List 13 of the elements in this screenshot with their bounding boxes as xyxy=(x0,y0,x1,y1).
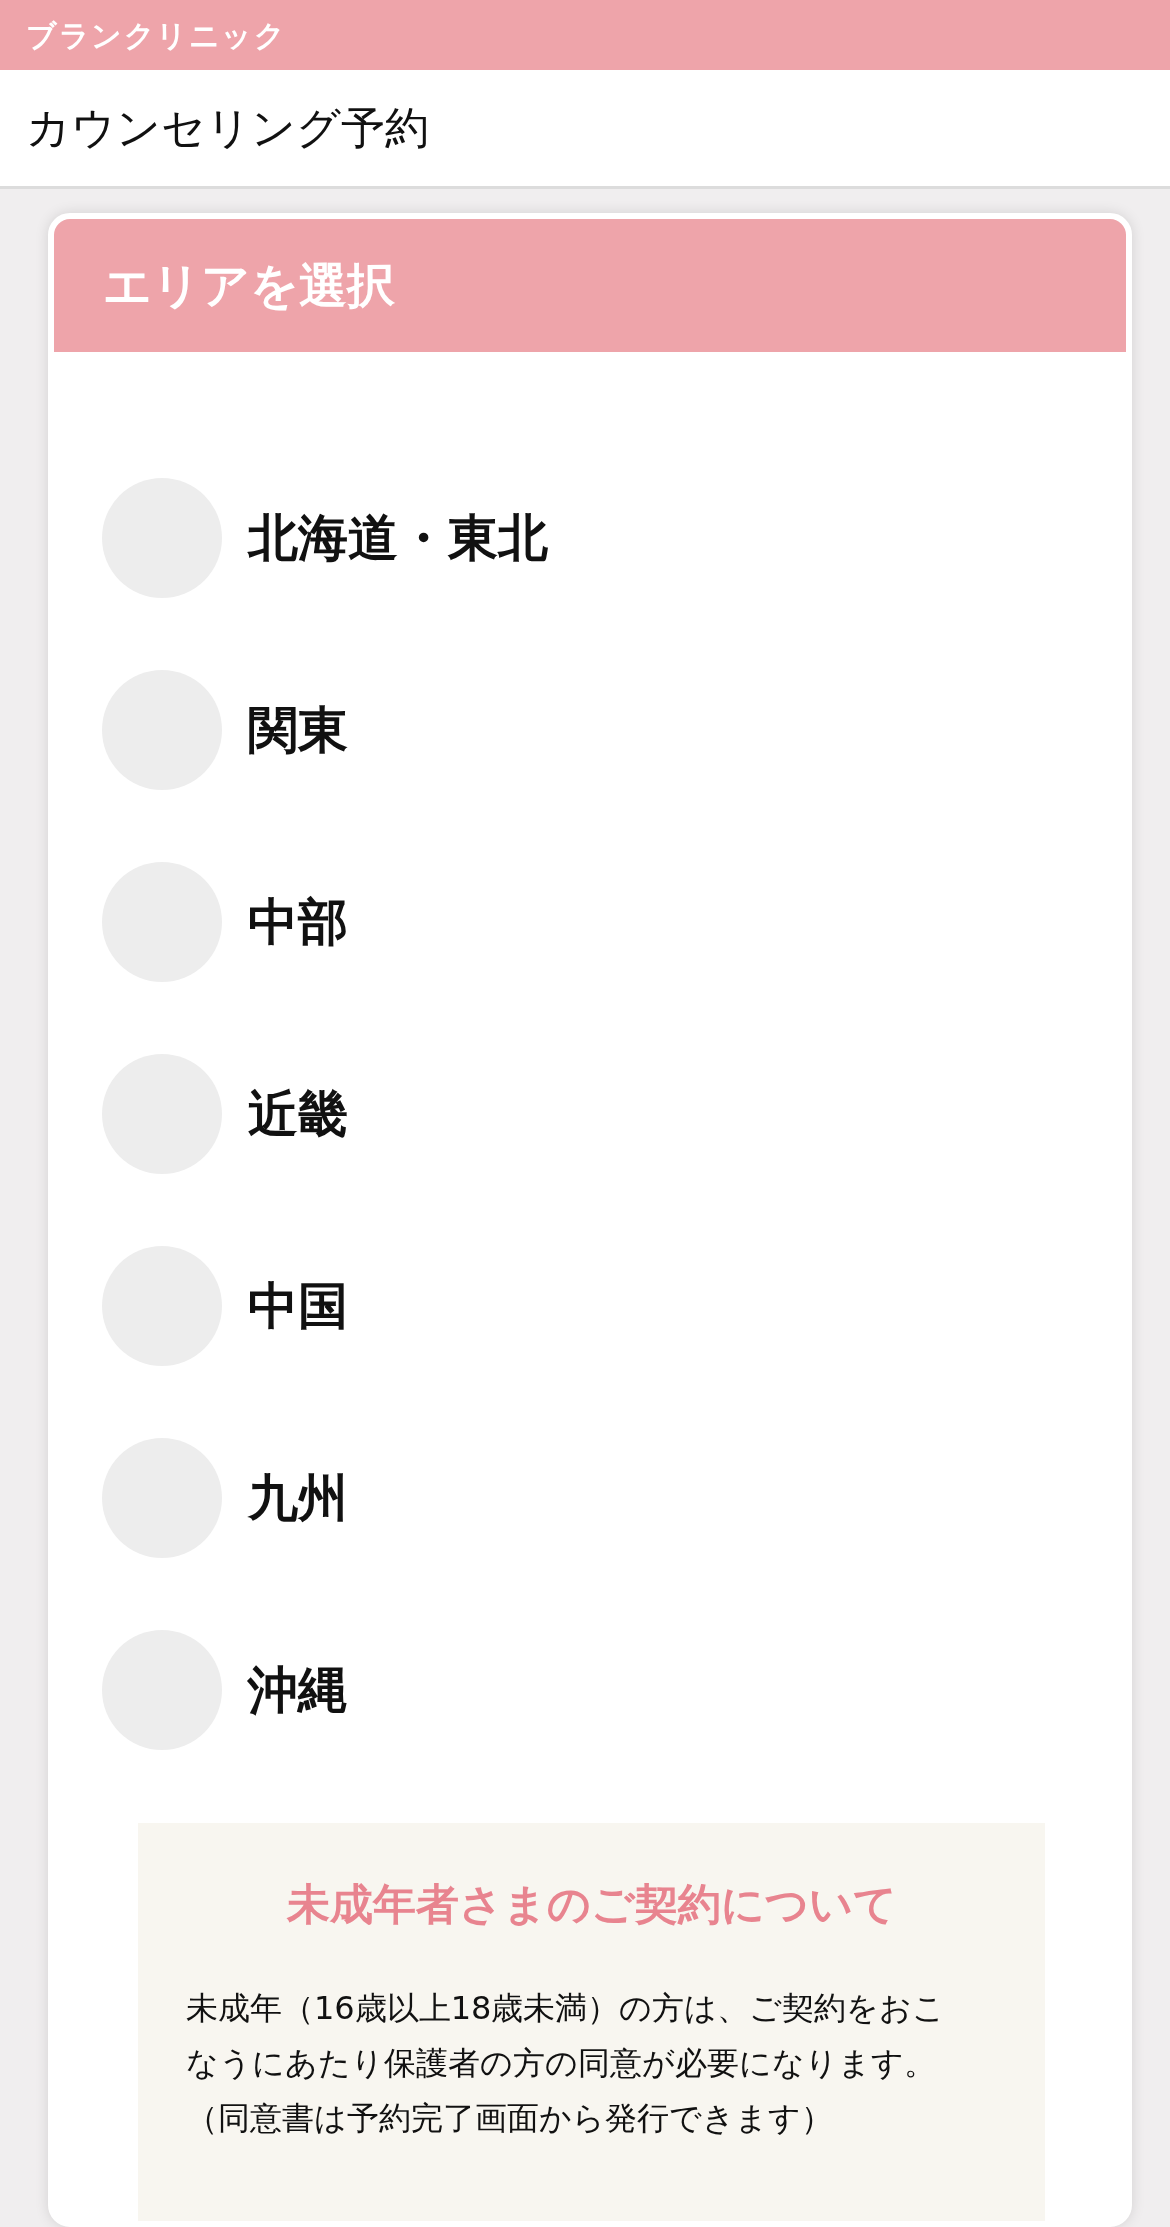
area-option[interactable]: 近畿 xyxy=(102,1054,348,1174)
area-option[interactable]: 関東 xyxy=(102,670,348,790)
notice-title: 未成年者さまのご契約について xyxy=(285,1879,898,1931)
area-option[interactable]: 沖縄 xyxy=(102,1630,348,1750)
card-title: エリアを選択 xyxy=(103,256,395,315)
page-title: カウンセリング予約 xyxy=(26,101,429,155)
area-option[interactable]: 中部 xyxy=(102,862,348,982)
area-option[interactable]: 北海道・東北 xyxy=(102,478,548,598)
area-option[interactable]: 中国 xyxy=(102,1246,348,1366)
area-option[interactable]: 九州 xyxy=(102,1438,348,1558)
notice-text: 未成年（16歳以上18歳未満）の方は、ご契約をおこなうにあたり保護者の方の同意が必要になります。 xyxy=(186,1987,947,2084)
clinic-name: ブランクリニック xyxy=(26,16,286,55)
notice-text: （同意書は予約完了画面から発行できます） xyxy=(186,2097,834,2139)
